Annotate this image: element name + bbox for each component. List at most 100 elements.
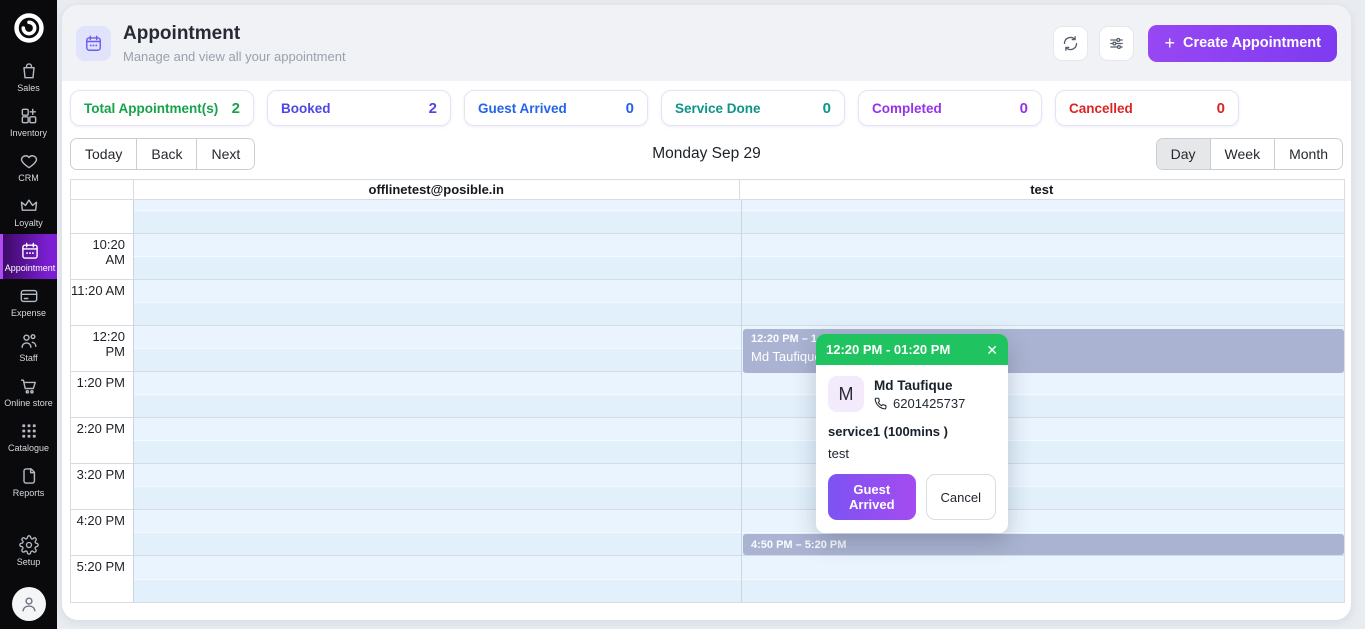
sidebar-item-appointment[interactable]: Appointment [0, 234, 57, 279]
sidebar-item-staff[interactable]: Staff [0, 324, 57, 369]
time-label: 2:20 PM [71, 421, 125, 436]
time-label: 1:20 PM [71, 375, 125, 390]
app-logo-icon[interactable] [9, 8, 49, 48]
create-appointment-button[interactable]: + Create Appointment [1148, 25, 1337, 62]
column-divider [741, 200, 742, 602]
sidebar-item-expense[interactable]: Expense [0, 279, 57, 324]
sidebar-item-label: Sales [17, 84, 40, 93]
refresh-button[interactable] [1053, 26, 1088, 61]
next-button[interactable]: Next [196, 139, 254, 170]
stat-label: Guest Arrived [478, 101, 567, 116]
calendar-toolbar: Today Back Next Monday Sep 29 Day Week M… [70, 137, 1343, 171]
sliders-icon [1108, 35, 1125, 52]
time-gutter-header [71, 180, 133, 199]
stat-card-completed: Completed 0 [858, 90, 1042, 126]
page-subtitle: Manage and view all your appointment [123, 49, 346, 64]
close-icon[interactable]: ✕ [986, 343, 998, 357]
catalogue-dots-icon [19, 421, 39, 441]
stat-value: 0 [823, 100, 831, 117]
half-hour-line [133, 256, 1344, 257]
hour-line [71, 417, 1344, 418]
half-hour-band [133, 394, 1344, 417]
day-view-button[interactable]: Day [1157, 139, 1210, 170]
time-label: 12:20 PM [71, 329, 125, 359]
cancel-button[interactable]: Cancel [926, 474, 996, 520]
popup-time-range: 12:20 PM - 01:20 PM [826, 342, 950, 357]
time-label: 5:20 PM [71, 559, 125, 574]
time-label: 11:20 AM [71, 283, 125, 298]
time-label: 3:20 PM [71, 467, 125, 482]
half-hour-line [133, 210, 1344, 211]
sidebar-item-setup[interactable]: Setup [0, 528, 57, 573]
month-view-button[interactable]: Month [1274, 139, 1342, 170]
stat-card-service-done: Service Done 0 [661, 90, 845, 126]
calendar-date-title: Monday Sep 29 [652, 145, 761, 163]
stat-card-booked: Booked 2 [267, 90, 451, 126]
stat-value: 0 [1020, 100, 1028, 117]
guest-arrived-button[interactable]: Guest Arrived [828, 474, 916, 520]
half-hour-line [133, 394, 1344, 395]
stat-label: Cancelled [1069, 101, 1133, 116]
staff-people-icon [19, 331, 39, 351]
stat-label: Completed [872, 101, 942, 116]
gear-icon [19, 535, 39, 555]
sidebar-item-catalogue[interactable]: Catalogue [0, 414, 57, 459]
half-hour-line [133, 486, 1344, 487]
sidebar-item-label: Inventory [10, 129, 47, 138]
stat-card-guest-arrived: Guest Arrived 0 [464, 90, 648, 126]
stat-label: Service Done [675, 101, 761, 116]
half-hour-line [133, 579, 1344, 580]
sidebar-item-label: Catalogue [8, 444, 49, 453]
hour-line [71, 233, 1344, 234]
week-view-button[interactable]: Week [1210, 139, 1275, 170]
view-button-group: Day Week Month [1156, 138, 1343, 171]
half-hour-band [133, 440, 1344, 463]
credit-card-icon [19, 286, 39, 306]
calendar-icon [20, 241, 40, 261]
service-line: service1 (100mins ) [828, 424, 996, 439]
resource-header-offlinetest: offlinetest@posible.in [133, 180, 739, 199]
popup-header: 12:20 PM - 01:20 PM ✕ [816, 334, 1008, 365]
filter-button[interactable] [1099, 26, 1134, 61]
page-title-block: Appointment Manage and view all your app… [123, 23, 346, 64]
crown-icon [19, 196, 39, 216]
sidebar-item-crm[interactable]: CRM [0, 144, 57, 189]
page-header: Appointment Manage and view all your app… [62, 5, 1351, 81]
main-panel: Appointment Manage and view all your app… [62, 5, 1351, 620]
sidebar-item-label: Loyalty [14, 219, 43, 228]
sidebar-item-label: Appointment [5, 264, 56, 273]
stat-value: 0 [626, 100, 634, 117]
user-avatar[interactable] [12, 587, 46, 621]
create-appointment-label: Create Appointment [1183, 35, 1321, 51]
half-hour-band [133, 302, 1344, 325]
appointment-event-450pm[interactable]: 4:50 PM – 5:20 PM [743, 534, 1344, 555]
sidebar-item-sales[interactable]: Sales [0, 54, 57, 99]
popup-actions: Guest Arrived Cancel [828, 474, 996, 520]
sidebar: Sales Inventory CRM Loyalty Appointment … [0, 0, 57, 629]
half-hour-band [133, 486, 1344, 509]
half-hour-line [133, 440, 1344, 441]
half-hour-line [133, 302, 1344, 303]
time-label: 10:20 AM [71, 237, 125, 267]
page-title: Appointment [123, 23, 346, 45]
inventory-grid-icon [19, 106, 39, 126]
hour-line [71, 279, 1344, 280]
phone-icon [874, 397, 887, 410]
sidebar-item-reports[interactable]: Reports [0, 459, 57, 504]
resource-note: test [828, 446, 996, 461]
calendar-body: 12:20 PM – 1:20 PM Md Taufique 4:50 PM –… [71, 200, 1344, 602]
sidebar-item-label: Online store [4, 399, 53, 408]
sidebar-item-loyalty[interactable]: Loyalty [0, 189, 57, 234]
customer-row: M Md Taufique 6201425737 [828, 376, 996, 412]
sidebar-item-online-store[interactable]: Online store [0, 369, 57, 414]
back-button[interactable]: Back [136, 139, 196, 170]
stat-label: Total Appointment(s) [84, 101, 218, 116]
stat-label: Booked [281, 101, 331, 116]
today-button[interactable]: Today [71, 139, 136, 170]
sidebar-item-inventory[interactable]: Inventory [0, 99, 57, 144]
event-time: 4:50 PM – 5:20 PM [751, 538, 1336, 552]
sidebar-item-label: Reports [13, 489, 45, 498]
gutter-divider [133, 200, 134, 602]
stat-card-cancelled: Cancelled 0 [1055, 90, 1239, 126]
nav-button-group: Today Back Next [70, 138, 255, 171]
